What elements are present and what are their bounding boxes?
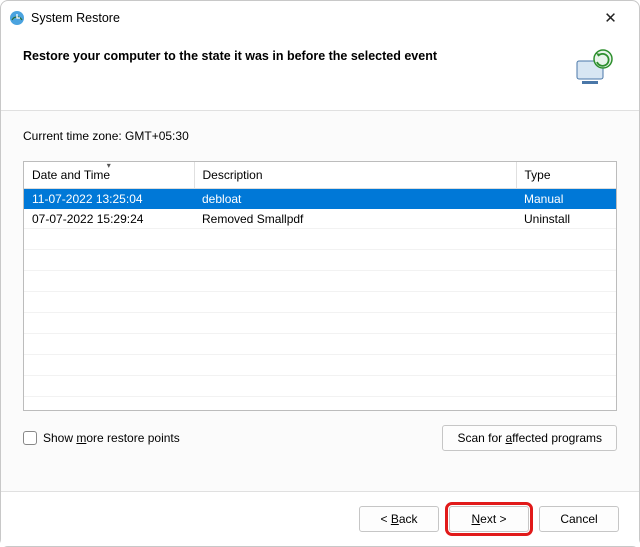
table-row[interactable]: 07-07-2022 15:29:24Removed SmallpdfUnins… [24,209,616,229]
restore-graphic-icon [573,47,617,90]
show-more-text: Show more restore points [43,431,180,445]
table-row-empty [24,313,616,334]
system-restore-icon [9,10,25,26]
scan-affected-button[interactable]: Scan for affected programs [442,425,617,451]
column-header-type[interactable]: Type [516,162,616,189]
show-more-checkbox[interactable] [23,431,37,445]
table-row[interactable]: 11-07-2022 13:25:04debloatManual [24,189,616,209]
header-panel: Restore your computer to the state it wa… [1,35,639,111]
restore-points-table-container: Date and Time ▾ Description Type 11-07-2… [23,161,617,411]
window-title: System Restore [31,11,588,25]
close-icon: ✕ [604,9,617,27]
table-row-empty [24,271,616,292]
table-row-empty [24,334,616,355]
cancel-button[interactable]: Cancel [539,506,619,532]
table-row-empty [24,355,616,376]
timezone-label: Current time zone: GMT+05:30 [23,129,617,143]
back-button[interactable]: < Back [359,506,439,532]
close-button[interactable]: ✕ [588,4,633,32]
wizard-footer: < Back Next > Cancel [1,491,639,546]
table-header-row: Date and Time ▾ Description Type [24,162,616,189]
cell-description: debloat [194,189,516,209]
instruction-text: Restore your computer to the state it wa… [23,47,565,63]
options-row: Show more restore points Scan for affect… [23,411,617,467]
cell-description: Removed Smallpdf [194,209,516,229]
titlebar: System Restore ✕ [1,1,639,35]
table-row-empty [24,250,616,271]
system-restore-window: System Restore ✕ Restore your computer t… [0,0,640,547]
table-row-empty [24,229,616,250]
cell-datetime: 07-07-2022 15:29:24 [24,209,194,229]
cell-type: Manual [516,189,616,209]
cell-type: Uninstall [516,209,616,229]
table-row-empty [24,292,616,313]
cell-datetime: 11-07-2022 13:25:04 [24,189,194,209]
content-area: Current time zone: GMT+05:30 Date and Ti… [1,111,639,491]
restore-points-table: Date and Time ▾ Description Type 11-07-2… [24,162,616,397]
column-header-datetime[interactable]: Date and Time ▾ [24,162,194,189]
sort-desc-icon: ▾ [107,161,111,170]
column-header-description[interactable]: Description [194,162,516,189]
table-row-empty [24,376,616,397]
next-button[interactable]: Next > [449,506,529,532]
show-more-checkbox-label[interactable]: Show more restore points [23,431,180,445]
